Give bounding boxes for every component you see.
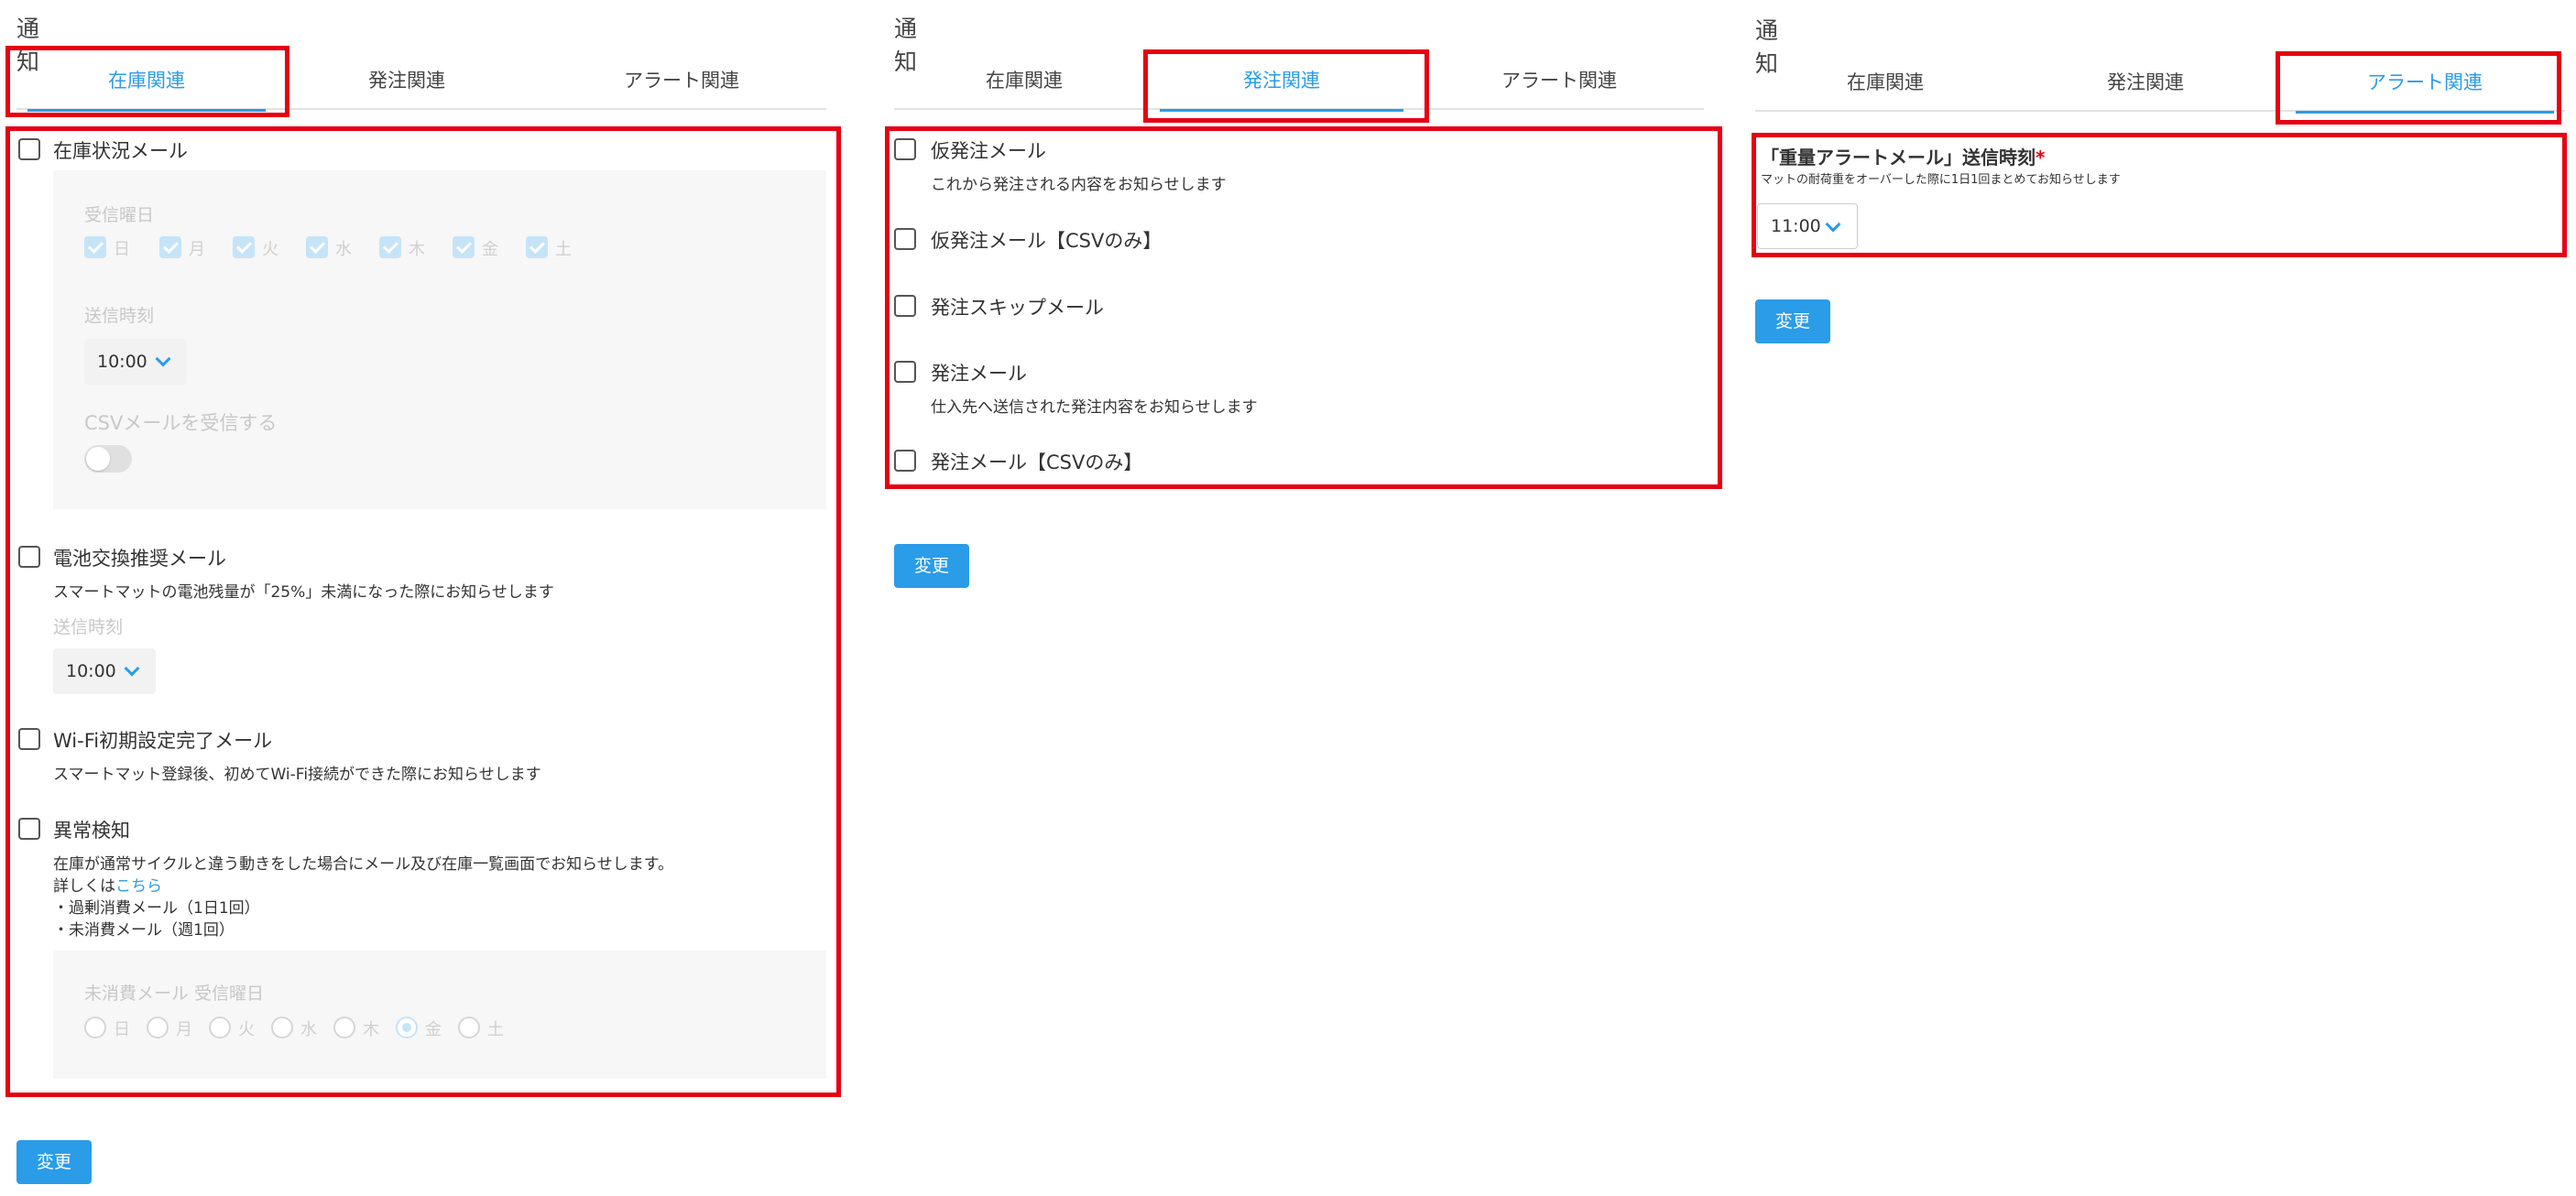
highlight-stock-items [5,126,841,1097]
tab-stock[interactable]: 在庫関連 [894,53,1154,110]
highlight-alert-settings [1752,133,2567,257]
tab-stock[interactable]: 在庫関連 [1755,55,2015,112]
submit-button[interactable]: 変更 [894,544,969,588]
highlight-tab-alert [2276,51,2561,125]
tab-order[interactable]: 発注関連 [2015,55,2276,112]
highlight-tab-order [1143,49,1429,123]
highlight-order-items [885,126,1722,489]
highlight-tab-stock [5,46,289,117]
submit-button[interactable]: 変更 [1755,299,1830,343]
tab-order[interactable]: 発注関連 [277,53,537,110]
submit-button[interactable]: 変更 [16,1140,92,1184]
tab-alert[interactable]: アラート関連 [537,53,826,110]
tab-alert[interactable]: アラート関連 [1414,53,1704,110]
